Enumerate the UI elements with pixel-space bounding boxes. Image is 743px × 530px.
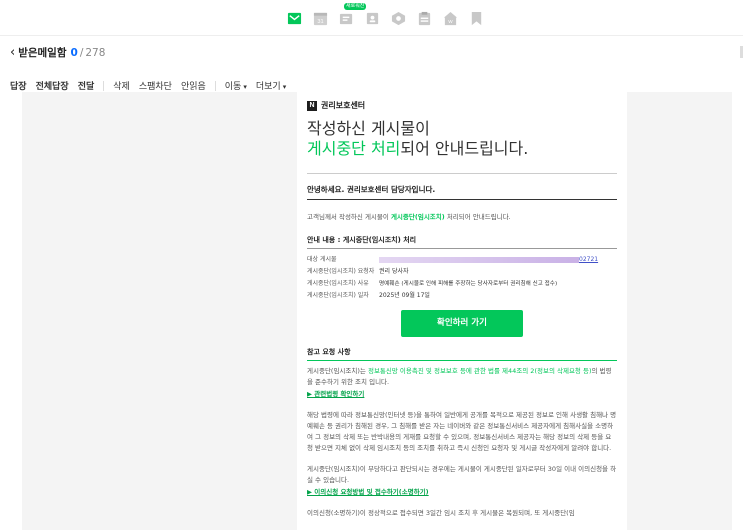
divider bbox=[307, 360, 617, 361]
mail-body: N 권리보호센터 작성하신 게시물이 게시중단 처리되어 안내드립니다. 안녕하… bbox=[297, 92, 627, 530]
reference-paragraph-3: 게시중단(임시조치)이 부당하다고 판단되시는 경우에는 게시물이 게시중단된 … bbox=[307, 465, 617, 484]
headline-line1: 작성하신 게시물이 bbox=[307, 119, 430, 138]
divider bbox=[307, 199, 617, 200]
objection-link[interactable]: ▶ 이의신청 요청방법 및 접수하기(소명하기) bbox=[307, 486, 617, 498]
intro-suffix: 처리되어 안내드립니다. bbox=[444, 213, 511, 221]
app-icons: 31 새로워진 W bbox=[285, 3, 493, 27]
info-key: 게시중단(임시조치) 요청자 bbox=[307, 268, 375, 275]
info-value: 2025년 09월 17일 bbox=[379, 292, 430, 299]
info-value: 02721 bbox=[379, 254, 598, 266]
headline: 작성하신 게시물이 게시중단 처리되어 안내드립니다. bbox=[307, 119, 617, 159]
related-law-link[interactable]: ▶ 관련법령 확인하기 bbox=[307, 388, 617, 400]
back-chevron-icon[interactable]: ‹ bbox=[10, 45, 15, 60]
count-separator: / bbox=[79, 46, 84, 59]
reply-button[interactable]: 답장 bbox=[10, 79, 27, 92]
confirm-button[interactable]: 확인하러 가기 bbox=[401, 310, 523, 337]
app-bar: 31 새로워진 W bbox=[0, 0, 743, 36]
reference-paragraph-4: 이의신청(소명하기)이 정상적으로 접수되면 3일간 임시 조치 후 게시물은 … bbox=[307, 509, 575, 517]
calendar-icon[interactable]: 31 bbox=[311, 9, 329, 27]
spam-block-button[interactable]: 스팸차단 bbox=[139, 79, 172, 92]
toolbar-divider bbox=[103, 80, 105, 91]
brand-name: 권리보호센터 bbox=[321, 101, 366, 110]
divider bbox=[307, 248, 617, 249]
divider bbox=[307, 173, 617, 174]
mail-toolbar: 답장 전체답장 전달 삭제 스팸차단 안읽음 이동 더보기 bbox=[10, 79, 295, 92]
info-value: 명예훼손 (게시물로 인해 피해를 주장하는 당사자로부터 권리침해 신고 접수… bbox=[379, 281, 558, 287]
bookmark-icon[interactable] bbox=[467, 9, 485, 27]
redacted-link bbox=[379, 256, 579, 263]
mybox-icon[interactable] bbox=[389, 9, 407, 27]
cta-wrap: 확인하러 가기 bbox=[307, 310, 617, 337]
mark-unread-button[interactable]: 안읽음 bbox=[181, 79, 206, 92]
headline-line2: 게시중단 처리되어 안내드립니다. bbox=[307, 139, 617, 159]
intro-highlight: 게시중단(임시조치) bbox=[390, 213, 445, 221]
headline-green: 게시중단 처리 bbox=[307, 139, 401, 158]
toolbar-divider bbox=[214, 80, 216, 91]
mail-icon[interactable] bbox=[285, 9, 303, 27]
intro-prefix: 고객님께서 작성하신 게시물이 bbox=[307, 213, 391, 221]
ref-p1-prefix: 게시중단(임시조치)는 bbox=[307, 367, 368, 375]
info-row: 대상 게시물 02721 bbox=[307, 254, 617, 266]
home-icon[interactable]: W bbox=[441, 9, 459, 27]
unread-count: 0 bbox=[70, 46, 78, 59]
reply-all-button[interactable]: 전체답장 bbox=[36, 79, 69, 92]
info-value: 권리 당사자 bbox=[379, 268, 409, 275]
info-key: 대상 게시물 bbox=[307, 256, 337, 263]
info-row: 게시중단(임시조치) 사유 명예훼손 (게시물로 인해 피해를 주장하는 당사자… bbox=[307, 278, 617, 290]
contacts-icon[interactable] bbox=[363, 9, 381, 27]
info-row: 게시중단(임시조치) 일자 2025년 09월 17일 bbox=[307, 290, 617, 302]
total-count: 278 bbox=[85, 46, 106, 59]
info-key: 게시중단(임시조치) 사유 bbox=[307, 280, 369, 287]
memo-icon[interactable]: 새로워진 bbox=[337, 3, 367, 27]
naver-logo-icon: N bbox=[307, 100, 317, 111]
post-link[interactable]: 02721 bbox=[579, 256, 598, 263]
forward-button[interactable]: 전달 bbox=[78, 79, 95, 92]
reference-paragraph-2: 해당 법령에 따라 정보통신망(인터넷 등)을 통하여 일반에게 공개를 목적으… bbox=[307, 411, 617, 452]
delete-button[interactable]: 삭제 bbox=[113, 79, 130, 92]
info-title: 안내 내용 : 게시중단(임시조치) 처리 bbox=[307, 236, 417, 244]
info-row: 게시중단(임시조치) 요청자 권리 당사자 bbox=[307, 266, 617, 278]
headline-rest: 되어 안내드립니다. bbox=[400, 139, 529, 158]
law-name-link[interactable]: 정보통신망 이용촉진 및 정보보호 등에 관한 법률 제44조의 2(정보의 삭… bbox=[368, 367, 592, 375]
mailbox-header: ‹ 받은메일함 0 / 278 bbox=[10, 45, 105, 60]
brand-header: N 권리보호센터 bbox=[307, 100, 617, 111]
more-dropdown[interactable]: 더보기 bbox=[256, 79, 286, 92]
move-dropdown[interactable]: 이동 bbox=[225, 79, 247, 92]
reference-title: 참고 요청 사항 bbox=[307, 348, 351, 356]
svg-text:31: 31 bbox=[317, 19, 323, 25]
reference-paragraph-1: 게시중단(임시조치)는 정보통신망 이용촉진 및 정보보호 등에 관한 법률 제… bbox=[307, 366, 617, 388]
greeting: 안녕하세요. 권리보호센터 담당자입니다. bbox=[307, 185, 436, 194]
svg-text:W: W bbox=[448, 19, 453, 24]
clipboard-icon[interactable] bbox=[415, 9, 433, 27]
mailbox-title[interactable]: 받은메일함 bbox=[18, 45, 66, 60]
intro-text: 고객님께서 작성하신 게시물이 게시중단(임시조치) 처리되어 안내드립니다. bbox=[307, 212, 617, 223]
info-key: 게시중단(임시조치) 일자 bbox=[307, 292, 369, 299]
